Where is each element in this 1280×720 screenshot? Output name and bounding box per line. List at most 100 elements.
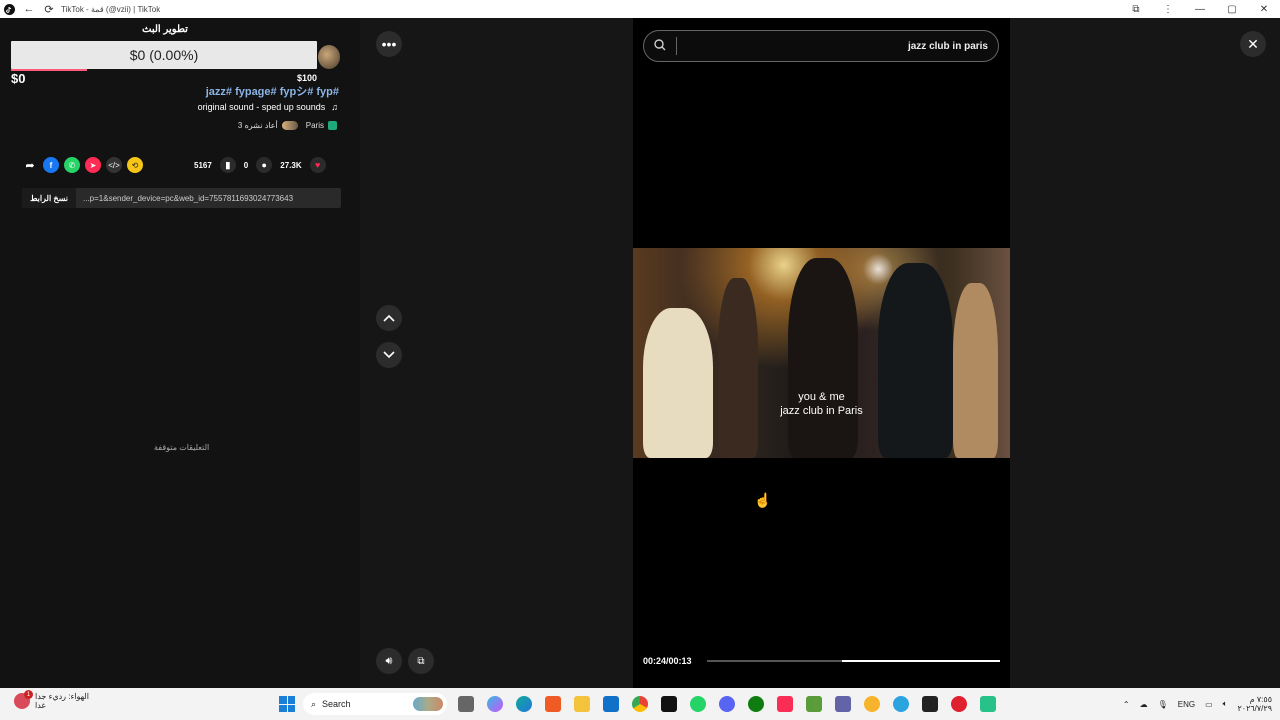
tiktok-app-icon [3,3,15,15]
post-sound[interactable]: original sound - sped up sounds ♫ [198,102,338,112]
comment-icon[interactable]: ● [256,157,273,173]
maximize-button[interactable]: ▢ [1216,4,1248,15]
goal-max-label: $100 [297,73,318,83]
repost-avatars [281,121,298,130]
discord-icon[interactable] [719,696,735,712]
network-icon[interactable]: ▭ [1205,700,1213,709]
chrome-icon[interactable] [632,696,648,712]
video-progress: 00:24/00:13 [643,655,1000,667]
seek-bar[interactable] [707,660,1000,662]
seek-bar-fill [841,660,1000,662]
system-tray: ⌃ ☁ 🎙︎ ENG ▭ 🔈︎ ٧:٥٥ م ٢٠٢٦/٧/٢٩ [1123,688,1272,720]
right-backdrop: ✕ [1010,18,1280,688]
minimize-button[interactable]: — [1184,4,1216,15]
window-titlebar: ← ⟳ TikTok - قمة (@vzii) | TikTok ⧉ ⋮ — … [0,0,1280,18]
search-bar [643,30,999,62]
language-indicator[interactable]: ENG [1178,700,1195,709]
taskbar-search[interactable]: ⌕ Search [303,693,447,715]
back-icon[interactable]: ← [23,3,35,15]
location-pin-icon [328,121,337,130]
crowd-figure [643,308,713,458]
share-link-url[interactable]: ...p=1&sender_device=pc&web_id=755781169… [76,194,293,203]
close-window-button[interactable]: ✕ [1248,4,1280,15]
heart-icon[interactable]: ♥ [309,157,326,173]
post-meta-row: 3 أعاد نشره Paris [238,121,337,130]
teams-icon[interactable] [835,696,851,712]
sound-name: original sound - sped up sounds [197,102,326,112]
outlook-icon[interactable] [603,696,619,712]
video-frame[interactable]: you & me jazz club in Paris [633,248,1010,458]
cloud-icon[interactable]: ☁ [1140,700,1148,709]
chevron-up-icon[interactable]: ⌃ [1123,700,1130,709]
app-icon[interactable] [980,696,996,712]
whatsapp-icon[interactable]: ✆ [64,157,80,173]
controls-column: ••• 🔊︎ ⧉ [360,18,633,688]
next-video-button[interactable] [376,342,402,368]
repost-icon[interactable]: ⟲ [127,157,143,173]
more-options-icon[interactable]: ⋮ [1152,4,1184,15]
favorites-count: 5167 [194,160,212,170]
telegram-icon[interactable] [893,696,909,712]
post-hashtags[interactable]: jazz# fypage# fypシ# fyp# [206,83,339,99]
minecraft-icon[interactable] [806,696,822,712]
windows-start-icon[interactable] [279,696,295,712]
capcut-icon[interactable] [922,696,938,712]
volume-icon[interactable]: 🔊︎ [376,648,402,674]
search-input[interactable] [677,40,998,52]
weather-badge: 1 [24,690,33,699]
task-view-icon[interactable] [458,696,474,712]
weather-app-icon[interactable] [864,696,880,712]
crowd-figure [953,283,998,458]
clock[interactable]: ٧:٥٥ م ٢٠٢٦/٧/٢٩ [1237,695,1272,713]
music-icon[interactable] [777,696,793,712]
floating-player-icon[interactable]: ⧉ [408,648,434,674]
video-player[interactable]: you & me jazz club in Paris ☝ 00:24/00:1… [633,18,1010,688]
more-icon[interactable]: ••• [376,31,402,57]
location-name: Paris [305,121,324,130]
weather-line-1: الهواء: رديء جدا [35,692,89,701]
facebook-icon[interactable]: f [43,157,59,173]
taskbar-apps [458,696,996,712]
speaker-icon[interactable]: 🔈︎ [1223,699,1228,709]
window-title: TikTok - قمة (@vzii) | TikTok [61,4,161,14]
opera-icon[interactable] [951,696,967,712]
clock-date: ٢٠٢٦/٧/٢٩ [1237,704,1272,713]
weather-widget[interactable]: 1 الهواء: رديء جدا غدا [14,690,89,710]
search-icon[interactable] [644,38,676,54]
weather-icon: 1 [14,690,33,709]
likes-count: 27.3K [280,160,302,170]
goal-title: تطوير البث [142,24,188,35]
file-explorer-icon[interactable] [574,696,590,712]
repost-info[interactable]: 3 أعاد نشره [238,121,298,130]
send-to-friends-icon[interactable]: ➤ [85,157,101,173]
goal-min-label: $0 [11,71,26,86]
crowd-figure [878,263,953,458]
whatsapp-icon[interactable] [690,696,706,712]
microphone-icon[interactable]: 🎙︎ [1158,700,1168,709]
stats-row: 5167 ▮ 0 ● 27.3K ♥ [194,157,326,173]
brave-icon[interactable] [545,696,561,712]
embed-code-icon[interactable]: </> [106,157,122,173]
share-row: ➦ f ✆ ➤ </> ⟲ [22,157,143,173]
copy-link-button[interactable]: نسخ الرابط [22,188,76,208]
video-time: 00:24/00:13 [643,656,692,666]
xbox-icon[interactable] [748,696,764,712]
comments-count: 0 [243,160,249,170]
share-arrow-icon[interactable]: ➦ [22,157,38,173]
details-panel: تطوير البث $0 (0.00%) $0 $100 jazz# fypa… [0,18,360,688]
goal-progress-bar: $0 (0.00%) [11,41,317,69]
bookmark-icon[interactable]: ▮ [219,157,236,173]
creator-avatar[interactable] [318,45,340,69]
edge-icon[interactable] [516,696,532,712]
previous-video-button[interactable] [376,305,402,331]
close-icon[interactable]: ✕ [1240,31,1266,57]
caption-line-1: you & me [798,391,845,403]
extensions-icon[interactable]: ⧉ [1120,4,1152,15]
tiktok-icon[interactable] [661,696,677,712]
crowd-figure [718,278,758,458]
location-tag[interactable]: Paris [306,121,337,130]
comments-disabled-notice: التعليقات متوقفة [154,443,210,452]
taskbar-search-label: Search [322,699,351,709]
copilot-icon[interactable] [487,696,503,712]
reload-icon[interactable]: ⟳ [43,3,55,16]
